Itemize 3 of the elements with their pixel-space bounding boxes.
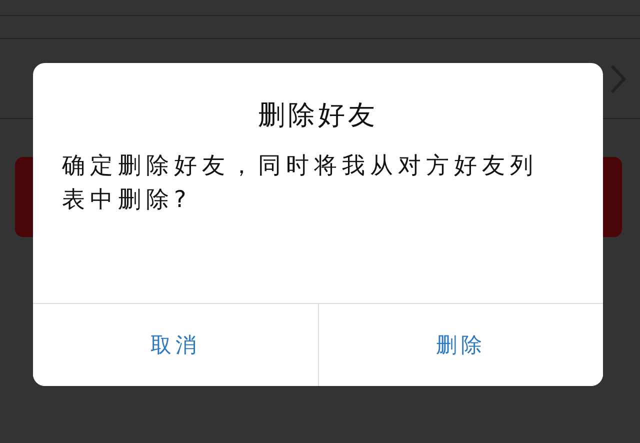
- delete-button[interactable]: 删除: [318, 304, 603, 386]
- dialog-title: 删除好友: [257, 99, 379, 133]
- dialog-message: 确定删除好友，同时将我从对方好友列表中删除?: [62, 152, 539, 215]
